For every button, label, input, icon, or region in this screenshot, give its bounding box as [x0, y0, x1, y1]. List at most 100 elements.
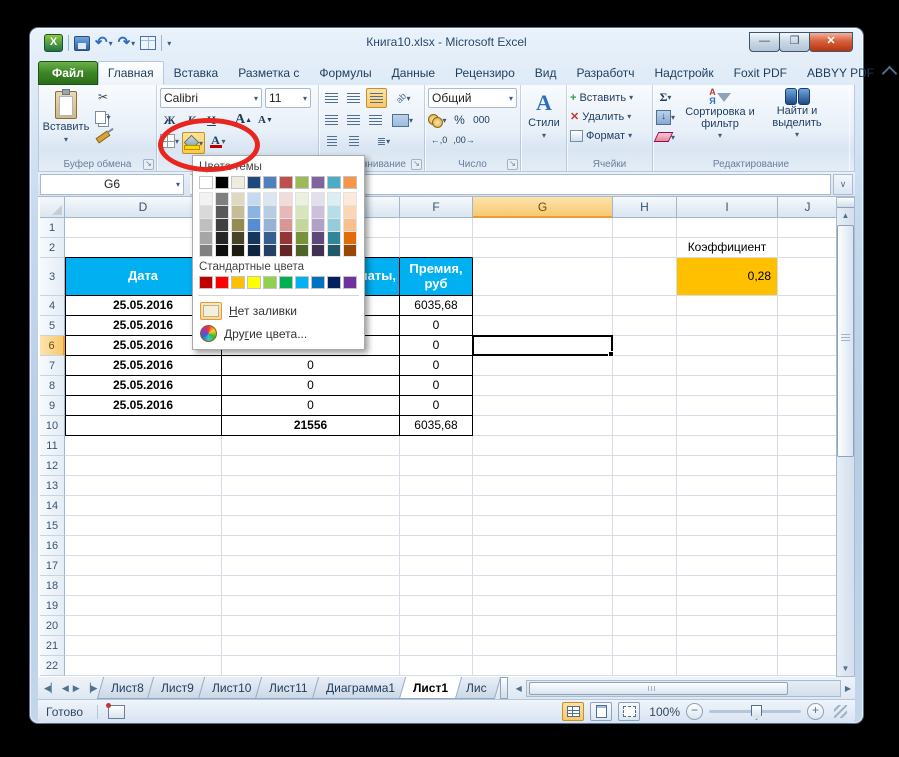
zoom-level[interactable]: 100% — [646, 705, 680, 719]
cell-J4[interactable] — [778, 296, 838, 316]
row-header-6[interactable]: 6 — [40, 336, 65, 356]
cell-J12[interactable] — [778, 456, 838, 476]
cell-H12[interactable] — [613, 456, 677, 476]
cell-J21[interactable] — [778, 636, 838, 656]
close-button[interactable]: ✕ — [809, 32, 853, 52]
cell-F19[interactable] — [400, 596, 473, 616]
zoom-slider[interactable] — [709, 710, 801, 713]
percent-button[interactable]: % — [450, 111, 469, 129]
palette-swatch[interactable] — [279, 276, 293, 289]
row-header-17[interactable]: 17 — [40, 556, 65, 576]
cell-D17[interactable] — [65, 556, 222, 576]
palette-swatch[interactable] — [231, 231, 245, 244]
palette-swatch[interactable] — [215, 192, 229, 205]
format-cells-button[interactable]: Формат▾ — [570, 126, 649, 145]
cell-H18[interactable] — [613, 576, 677, 596]
name-box[interactable]: G6▾ — [40, 174, 184, 195]
cell-I8[interactable] — [677, 376, 778, 396]
cell-H6[interactable] — [613, 336, 677, 356]
cell-D14[interactable] — [65, 496, 222, 516]
cell-E8[interactable]: 0 — [222, 376, 400, 396]
cell-G7[interactable] — [473, 356, 613, 376]
tab-Вставка[interactable]: Вставка — [164, 61, 229, 85]
cell-J16[interactable] — [778, 536, 838, 556]
cell-H1[interactable] — [613, 218, 677, 238]
row-header-9[interactable]: 9 — [40, 396, 65, 416]
palette-swatch[interactable] — [231, 192, 245, 205]
palette-swatch[interactable] — [199, 218, 213, 231]
vertical-scrollbar[interactable]: ▲ ▼ — [836, 197, 855, 677]
cell-F21[interactable] — [400, 636, 473, 656]
cell-I21[interactable] — [677, 636, 778, 656]
cell-F5[interactable]: 0 — [400, 316, 473, 336]
row-header-11[interactable]: 11 — [40, 436, 65, 456]
tab-Вид[interactable]: Вид — [525, 61, 567, 85]
cell-E21[interactable] — [222, 636, 400, 656]
clear-button[interactable]: ▾ — [656, 128, 675, 146]
cell-J15[interactable] — [778, 516, 838, 536]
scroll-left-icon[interactable]: ◀ — [512, 681, 526, 696]
cell-D8[interactable]: 25.05.2016 — [65, 376, 222, 396]
row-header-21[interactable]: 21 — [40, 636, 65, 656]
palette-swatch[interactable] — [295, 192, 309, 205]
cell-J2[interactable] — [778, 238, 838, 258]
palette-swatch[interactable] — [263, 244, 277, 257]
row-header-1[interactable]: 1 — [40, 218, 65, 238]
cell-E17[interactable] — [222, 556, 400, 576]
tab-split-handle[interactable] — [500, 677, 508, 699]
column-header-F[interactable]: F — [400, 197, 473, 218]
palette-swatch[interactable] — [343, 176, 357, 189]
row-header-14[interactable]: 14 — [40, 496, 65, 516]
scroll-down-icon[interactable]: ▼ — [842, 661, 850, 676]
cell-I2[interactable]: Коэффициент — [677, 238, 778, 258]
cell-G14[interactable] — [473, 496, 613, 516]
palette-swatch[interactable] — [343, 192, 357, 205]
palette-swatch[interactable] — [295, 205, 309, 218]
number-format-select[interactable]: Общий▾ — [428, 88, 517, 108]
column-header-G[interactable]: G — [473, 197, 613, 218]
palette-swatch[interactable] — [231, 276, 245, 289]
palette-swatch[interactable] — [215, 276, 229, 289]
palette-swatch[interactable] — [311, 244, 325, 257]
palette-swatch[interactable] — [279, 192, 293, 205]
cell-J5[interactable] — [778, 316, 838, 336]
cell-E20[interactable] — [222, 616, 400, 636]
palette-swatch[interactable] — [295, 176, 309, 189]
cell-F17[interactable] — [400, 556, 473, 576]
cell-H4[interactable] — [613, 296, 677, 316]
cell-J11[interactable] — [778, 436, 838, 456]
row-header-15[interactable]: 15 — [40, 516, 65, 536]
increase-indent-button[interactable] — [344, 132, 363, 150]
palette-swatch[interactable] — [263, 231, 277, 244]
sheet-tab-Лист1[interactable]: Лист1 — [399, 677, 462, 699]
tab-Разработч[interactable]: Разработч — [566, 61, 644, 85]
cell-styles-button[interactable]: А Стили ▾ — [524, 88, 564, 153]
cell-J22[interactable] — [778, 656, 838, 676]
palette-swatch[interactable] — [295, 231, 309, 244]
cell-G8[interactable] — [473, 376, 613, 396]
borders-button[interactable]: ▾ — [160, 132, 179, 150]
dialog-launcher-icon[interactable]: ↘ — [507, 159, 518, 170]
cell-H16[interactable] — [613, 536, 677, 556]
row-header-8[interactable]: 8 — [40, 376, 65, 396]
align-top-button[interactable] — [322, 89, 341, 107]
palette-swatch[interactable] — [327, 276, 341, 289]
align-center-button[interactable] — [344, 111, 363, 129]
palette-swatch[interactable] — [199, 276, 213, 289]
zoom-slider-thumb[interactable] — [751, 705, 762, 720]
palette-swatch[interactable] — [279, 205, 293, 218]
cell-J13[interactable] — [778, 476, 838, 496]
align-right-button[interactable] — [366, 111, 385, 129]
cell-F3[interactable]: Премия, руб — [400, 258, 473, 296]
merge-center-button[interactable]: ▾ — [392, 111, 413, 129]
bold-button[interactable]: Ж — [160, 111, 179, 129]
row-header-18[interactable]: 18 — [40, 576, 65, 596]
collapse-ribbon-icon[interactable] — [882, 66, 898, 82]
cell-G16[interactable] — [473, 536, 613, 556]
palette-swatch[interactable] — [279, 231, 293, 244]
cell-I12[interactable] — [677, 456, 778, 476]
align-middle-button[interactable] — [344, 89, 363, 107]
scroll-up-icon[interactable]: ▲ — [842, 208, 850, 223]
cell-H19[interactable] — [613, 596, 677, 616]
sort-filter-button[interactable]: АЯ Сортировка и фильтр▾ — [681, 88, 759, 146]
